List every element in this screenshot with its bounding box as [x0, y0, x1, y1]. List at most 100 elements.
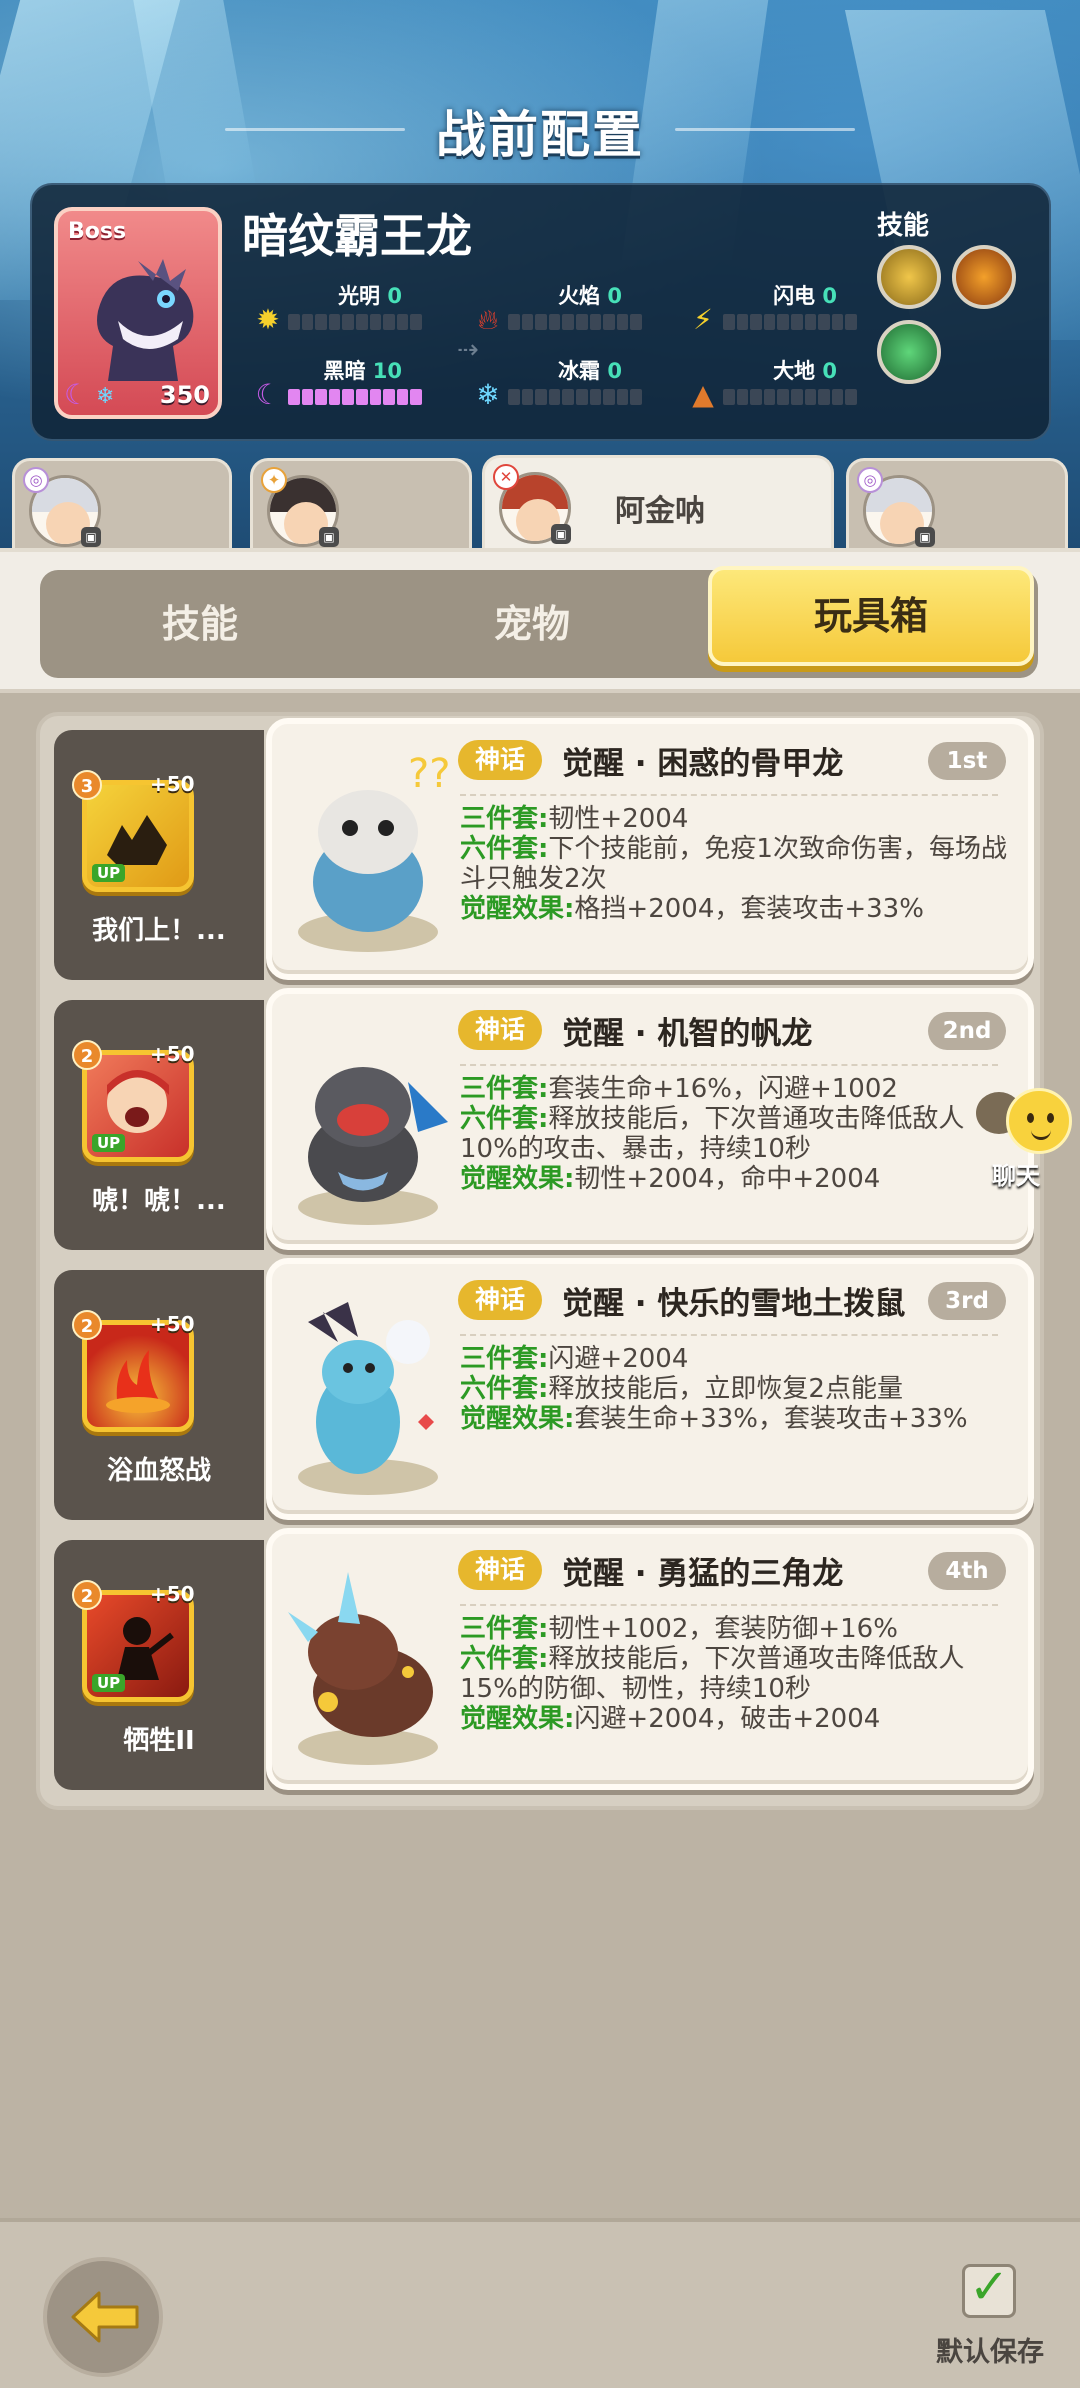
element-lightning-value: 0	[822, 284, 837, 308]
divider	[460, 1604, 998, 1606]
skill-up-badge: UP	[92, 864, 126, 882]
boss-portrait[interactable]: Boss ☾ ❄ 350	[54, 207, 222, 419]
linked-skill[interactable]: 2 +50 UP 唬！唬！...	[54, 1000, 264, 1250]
rank-badge: 2nd	[928, 1012, 1006, 1050]
hero-tab-3[interactable]: ✕ ▣ 阿金呐	[482, 455, 834, 555]
element-fire-name: 火焰	[558, 284, 601, 308]
tab-toybox[interactable]: 玩具箱	[708, 566, 1034, 666]
toy-row-1: 3 +50 UP 我们上！... ?? 神话 觉醒 · 困惑的骨甲龙 1st 三…	[54, 718, 1034, 980]
toybox-list: 3 +50 UP 我们上！... ?? 神话 觉醒 · 困惑的骨甲龙 1st 三…	[36, 712, 1044, 1810]
element-frost-bar	[508, 389, 642, 405]
segment-control: 技能 宠物 玩具箱	[40, 566, 1038, 678]
rank-badge: 3rd	[928, 1282, 1006, 1320]
snowflake-icon: ❄	[476, 378, 500, 411]
set3-text: 套装生命+16%，闪避+1002	[548, 1074, 898, 1104]
save-label: 默认保存	[936, 2337, 1044, 2368]
awaken-label: 觉醒效果:	[460, 1704, 575, 1734]
hero-tab-4[interactable]: ◎ ▣	[846, 458, 1068, 558]
hero-class-icon: ◎	[857, 467, 883, 493]
default-save-toggle[interactable]: ✓ 默认保存	[930, 2259, 1050, 2374]
element-cycle-arrow-icon: ⇢	[457, 335, 479, 365]
element-earth-bar	[723, 389, 857, 405]
snow-groundhog-figure	[298, 1302, 438, 1495]
toy-card[interactable]: 神话 觉醒 · 机智的帆龙 2nd 三件套:套装生命+16%，闪避+1002 六…	[266, 988, 1034, 1250]
element-dark-value: 10	[372, 359, 402, 383]
moon-icon: ☾	[255, 378, 281, 411]
divider	[460, 1064, 998, 1066]
tab-skills[interactable]: 技能	[40, 570, 360, 678]
hero-tab-2[interactable]: ✦ ▣	[250, 458, 472, 558]
toy-stats: 三件套:闪避+2004 六件套:释放技能后，立即恢复2点能量 觉醒效果:套装生命…	[460, 1344, 1020, 1434]
set6-label: 六件套:	[460, 1644, 549, 1674]
smiley-icon	[1006, 1088, 1072, 1154]
skill-name: 我们上！...	[92, 916, 226, 946]
element-light-value: 0	[387, 284, 402, 308]
toy-title: 觉醒 · 机智的帆龙	[562, 1016, 813, 1052]
element-fire: 🔥︎ 火焰 0	[472, 280, 652, 340]
chat-label: 聊天	[992, 1162, 1040, 1190]
element-frost-value: 0	[607, 359, 622, 383]
hero-class-icon: ✕	[493, 464, 519, 490]
skill-name: 唬！唬！...	[92, 1186, 226, 1216]
toy-stats: 三件套:韧性+1002，套装防御+16% 六件套:释放技能后，下次普通攻击降低敌…	[460, 1614, 1020, 1734]
category-tab-bar: 技能 宠物 玩具箱	[0, 548, 1080, 693]
skill-plus: +50	[150, 1582, 195, 1606]
mythic-badge: 神话	[458, 740, 542, 780]
chat-button[interactable]: 聊天	[970, 1088, 1080, 1190]
toy-title: 觉醒 · 快乐的雪地土拨鼠	[562, 1286, 906, 1322]
skill-level: 2	[72, 1310, 102, 1340]
hero-class-icon: ✦	[261, 467, 287, 493]
sun-icon: ✹	[256, 303, 280, 336]
hero-tab-1[interactable]: ◎ ▣	[12, 458, 232, 558]
set3-text: 韧性+2004	[548, 804, 689, 834]
svg-text:??: ??	[408, 751, 450, 797]
element-earth-name: 大地	[773, 359, 816, 383]
element-lightning-name: 闪电	[773, 284, 816, 308]
linked-skill[interactable]: 2 +50 浴血怒战	[54, 1270, 264, 1520]
rank-badge: 4th	[928, 1552, 1006, 1590]
controller-icon: ▣	[551, 524, 571, 544]
mythic-badge: 神话	[458, 1550, 542, 1590]
toy-card[interactable]: 神话 觉醒 · 勇猛的三角龙 4th 三件套:韧性+1002，套装防御+16% …	[266, 1528, 1034, 1790]
element-lightning: ⚡︎ 闪电 0	[687, 280, 867, 340]
element-fire-bar	[508, 314, 642, 330]
page-title: 战前配置	[436, 106, 644, 164]
checkbox[interactable]: ✓	[962, 2259, 1016, 2318]
awaken-text: 格挡+2004，套装攻击+33%	[574, 894, 924, 924]
skill-name: 牺牲II	[123, 1726, 195, 1756]
skill-blood-rage-icon	[82, 1320, 194, 1432]
boss-skill-2-icon[interactable]	[952, 245, 1016, 309]
element-light-bar	[288, 314, 422, 330]
triceratops-figure	[288, 1572, 438, 1765]
element-dark: ☾ 黑暗 10	[252, 355, 432, 415]
frost-element-icon: ❄	[96, 384, 115, 409]
dark-element-icon: ☾	[64, 378, 90, 411]
checkmark-icon: ✓	[969, 2259, 1010, 2315]
element-fire-value: 0	[607, 284, 622, 308]
divider	[460, 794, 998, 796]
toy-stats: 三件套:套装生命+16%，闪避+1002 六件套:释放技能后，下次普通攻击降低敌…	[460, 1074, 1020, 1194]
linked-skill[interactable]: 2 +50 UP 牺牲II	[54, 1540, 264, 1790]
boss-level: 350	[159, 381, 210, 409]
boss-skill-1-icon[interactable]	[877, 245, 941, 309]
awaken-label: 觉醒效果:	[460, 894, 575, 924]
linked-skill[interactable]: 3 +50 UP 我们上！...	[54, 730, 264, 980]
tab-pets[interactable]: 宠物	[372, 570, 692, 678]
boss-skills-label: 技能	[877, 211, 930, 241]
element-frost: ❄ 冰霜 0	[472, 355, 652, 415]
set3-text: 韧性+1002，套装防御+16%	[548, 1614, 898, 1644]
set6-text: 释放技能后，立即恢复2点能量	[548, 1374, 903, 1404]
boss-skill-3-icon[interactable]	[877, 320, 941, 384]
element-lightning-bar	[723, 314, 857, 330]
skill-plus: +50	[150, 1042, 195, 1066]
toy-card[interactable]: ?? 神话 觉醒 · 困惑的骨甲龙 1st 三件套:韧性+2004 六件套:下个…	[266, 718, 1034, 980]
toy-row-4: 2 +50 UP 牺牲II 神话 觉醒 · 勇猛的三角龙 4th 三件套:韧性+…	[54, 1528, 1034, 1790]
divider	[460, 1334, 998, 1336]
element-frost-name: 冰霜	[558, 359, 601, 383]
toy-title: 觉醒 · 勇猛的三角龙	[562, 1556, 844, 1592]
toy-card[interactable]: 神话 觉醒 · 快乐的雪地土拨鼠 3rd 三件套:闪避+2004 六件套:释放技…	[266, 1258, 1034, 1520]
element-light: ✹ 光明 0	[252, 280, 432, 340]
awaken-text: 闪避+2004，破击+2004	[574, 1704, 881, 1734]
set3-text: 闪避+2004	[548, 1344, 689, 1374]
back-button[interactable]	[43, 2257, 163, 2377]
